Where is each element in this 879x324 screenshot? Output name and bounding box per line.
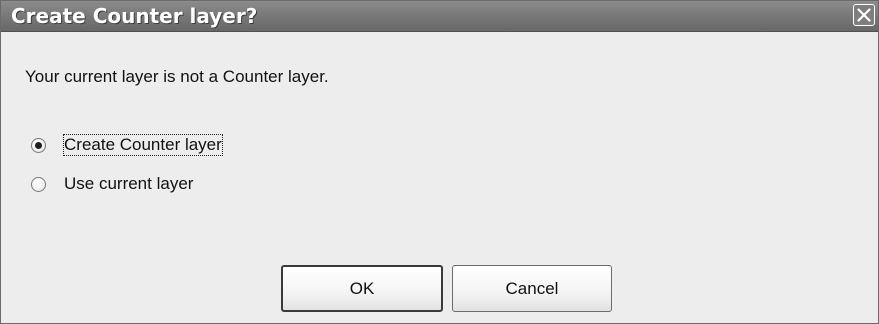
option-label[interactable]: Create Counter layer (63, 134, 223, 156)
dialog-message: Your current layer is not a Counter laye… (25, 67, 329, 86)
dialog-title: Create Counter layer? (11, 4, 258, 28)
option-label[interactable]: Use current layer (64, 174, 193, 194)
option-create-counter-layer[interactable]: Create Counter layer (31, 134, 223, 156)
dialog-window: Create Counter layer? Your current layer… (0, 0, 879, 324)
close-button[interactable] (853, 4, 875, 26)
option-use-current-layer[interactable]: Use current layer (31, 173, 193, 195)
radio-button-unchecked[interactable] (31, 176, 46, 192)
title-bar[interactable]: Create Counter layer? (1, 1, 878, 32)
cancel-button[interactable]: Cancel (452, 265, 612, 312)
ok-button[interactable]: OK (281, 265, 443, 312)
radio-button-checked[interactable] (31, 137, 46, 153)
